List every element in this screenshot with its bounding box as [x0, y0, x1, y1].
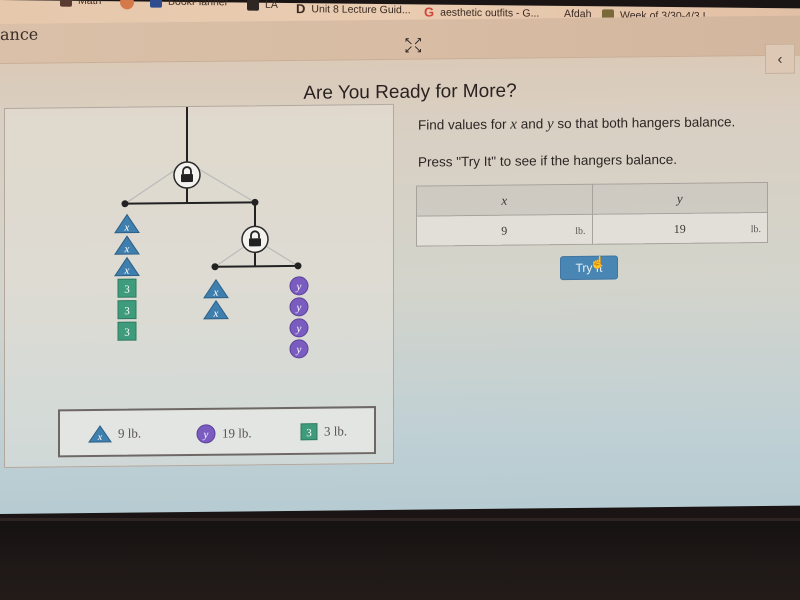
- legend-weight: 3 lb.: [324, 423, 348, 439]
- x-triangle-label: x: [213, 308, 219, 320]
- legend-weight: 9 lb.: [118, 425, 142, 441]
- header-x: x: [416, 184, 592, 217]
- bookmark-la[interactable]: LA: [247, 0, 278, 11]
- hanger-diagram: xxx333xxyyyy: [114, 107, 309, 359]
- x-value[interactable]: 9: [417, 223, 592, 240]
- legend-item-y: y 19 lb.: [196, 423, 252, 444]
- bezel-edge: [0, 518, 800, 521]
- triangle-x-icon: x: [88, 425, 112, 443]
- d-logo-icon: D: [296, 1, 306, 17]
- instructions: Find values for x and y so that both han…: [418, 114, 788, 190]
- header-y: y: [592, 182, 768, 215]
- planner-icon: [150, 0, 162, 8]
- lock-body-icon: [249, 238, 261, 247]
- weight-3-label: 3: [124, 284, 130, 296]
- y-circle-label: y: [296, 302, 302, 314]
- lock-body-icon: [181, 173, 193, 183]
- try-it-button[interactable]: Try It: [560, 255, 618, 281]
- legend-weight: 19 lb.: [222, 425, 252, 441]
- legend-shape-label: x: [97, 432, 103, 443]
- top-left-pivot: [121, 200, 129, 208]
- inner-right-pivot: [294, 262, 302, 270]
- page-content: ance ↖↗ ↙↘ ‹ Are You Ready for More? xxx3…: [0, 15, 800, 515]
- bookmark-math[interactable]: Math: [60, 0, 101, 7]
- y-value[interactable]: 19: [593, 221, 768, 238]
- orange-circle-icon: [120, 0, 134, 10]
- square-3-icon: 3: [300, 423, 318, 441]
- doc-icon: [247, 0, 259, 11]
- legend: x 9 lb. y 19 lb. 3 3 lb.: [58, 406, 376, 458]
- legend-shape-label: y: [203, 429, 209, 441]
- values-table: x y 9 lb. 19 lb.: [416, 182, 768, 247]
- inner-left-pivot: [211, 263, 219, 271]
- inner-beam: [215, 264, 298, 268]
- chevron-left-icon: ‹: [777, 50, 783, 68]
- table-row: 9 lb. 19 lb.: [416, 212, 768, 247]
- legend-shape-label: 3: [306, 427, 312, 439]
- y-unit: lb.: [750, 224, 761, 236]
- legend-item-x: x 9 lb.: [88, 425, 141, 444]
- y-circle-label: y: [296, 344, 302, 356]
- x-triangle-label: x: [213, 287, 219, 299]
- monitor-bezel: [0, 518, 800, 600]
- circle-y-icon: y: [196, 424, 216, 444]
- bookmark-dark-icon: [60, 0, 72, 7]
- bookmark-bookplanner[interactable]: BookPlanner: [150, 0, 228, 8]
- page-partial-title: ance: [0, 24, 39, 44]
- table-header-row: x y: [416, 182, 768, 217]
- x-value-field[interactable]: 9 lb.: [416, 214, 592, 247]
- weight-3-label: 3: [124, 305, 130, 317]
- x-triangle-label: x: [124, 243, 130, 255]
- var-x: x: [510, 116, 517, 133]
- x-triangle-label: x: [124, 222, 130, 234]
- weight-3-label: 3: [124, 327, 130, 339]
- y-value-field[interactable]: 19 lb.: [592, 212, 768, 245]
- y-circle-label: y: [296, 323, 302, 335]
- instruction-press-try: Press "Try It" to see if the hangers bal…: [418, 151, 677, 170]
- page-title: Are You Ready for More?: [303, 80, 517, 104]
- var-y: y: [547, 116, 554, 133]
- y-circle-label: y: [296, 281, 302, 293]
- top-beam: [125, 201, 255, 205]
- expand-arrows-icon: ↖↗ ↙↘: [404, 35, 423, 56]
- bookmark-orange[interactable]: [120, 0, 134, 10]
- header-strip: ance ↖↗ ↙↘: [0, 15, 800, 65]
- back-button[interactable]: ‹: [765, 43, 795, 74]
- x-triangle-label: x: [124, 265, 130, 277]
- expand-button[interactable]: ↖↗ ↙↘: [404, 35, 423, 56]
- google-icon: G: [424, 4, 435, 20]
- x-unit: lb.: [575, 225, 586, 237]
- hand-cursor-icon: ☝: [590, 255, 605, 270]
- instruction-find-values: Find values for x and y so that both han…: [418, 114, 736, 133]
- bookmark-unit8[interactable]: D Unit 8 Lecture Guid...: [296, 1, 411, 17]
- legend-item-3: 3 3 lb.: [300, 422, 348, 441]
